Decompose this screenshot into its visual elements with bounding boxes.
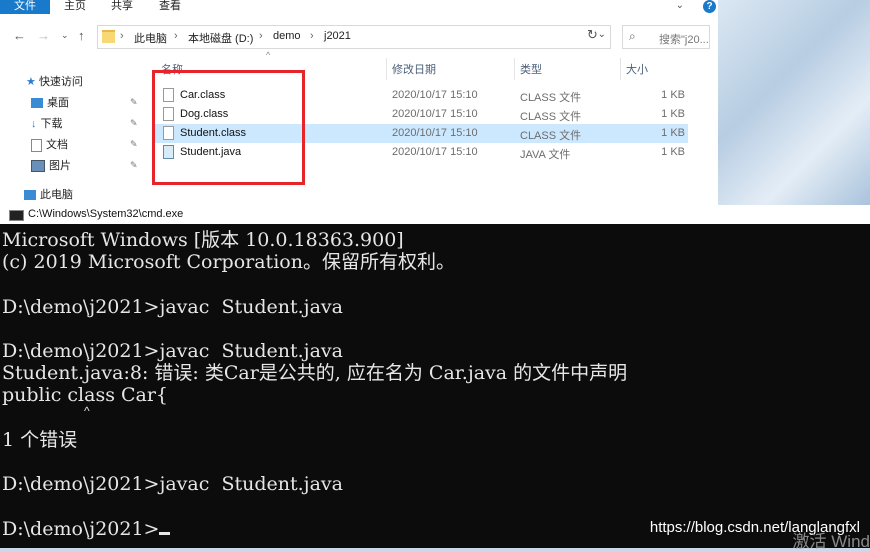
breadcrumb-drive[interactable]: 本地磁盘 (D:) bbox=[188, 30, 253, 46]
document-icon bbox=[31, 138, 42, 152]
breadcrumb-demo[interactable]: demo bbox=[273, 30, 301, 42]
breadcrumb-this-pc[interactable]: 此电脑 bbox=[134, 30, 167, 46]
red-highlight-box bbox=[152, 70, 305, 185]
column-header-date[interactable]: 修改日期 bbox=[392, 58, 436, 82]
download-icon: ↓ bbox=[31, 118, 37, 130]
back-icon[interactable]: ← bbox=[13, 28, 26, 43]
navigation-pane: ★ 快速访问 桌面 ✎ ↓ 下载 ✎ 文档 ✎ 图片 ✎ 此电脑 bbox=[0, 70, 150, 205]
column-header-size[interactable]: 大小 bbox=[626, 58, 648, 82]
text-cursor bbox=[159, 531, 171, 535]
tab-view[interactable]: 查看 bbox=[159, 0, 181, 13]
console-line: Student.java:8: 错误: 类Car是公共的, 应在名为 Car.j… bbox=[2, 362, 628, 385]
console-prompt: D:\demo\j2021> bbox=[2, 517, 160, 540]
nav-item-documents[interactable]: 文档 bbox=[31, 136, 68, 154]
pin-icon: ✎ bbox=[130, 160, 138, 170]
search-icon: ⌕ bbox=[629, 29, 636, 43]
address-row: ← → ⌄ ↑ › 此电脑 › 本地磁盘 (D:) › demo › j2021… bbox=[0, 24, 718, 50]
sort-ascending-icon: ^ bbox=[266, 50, 271, 60]
cmd-window[interactable]: C:\Windows\System32\cmd.exe Microsoft Wi… bbox=[0, 205, 870, 551]
console-line: public class Car{ bbox=[2, 384, 169, 407]
help-icon[interactable]: ? bbox=[703, 0, 716, 13]
console-prompt-line[interactable]: D:\demo\j2021> bbox=[2, 518, 627, 540]
cmd-title-bar[interactable]: C:\Windows\System32\cmd.exe bbox=[0, 205, 870, 224]
recent-dropdown-icon[interactable]: ⌄ bbox=[61, 30, 69, 41]
pin-icon: ✎ bbox=[130, 139, 138, 149]
console-line: Microsoft Windows [版本 10.0.18363.900] bbox=[2, 229, 404, 251]
star-icon: ★ bbox=[26, 76, 36, 88]
tab-share[interactable]: 共享 bbox=[111, 0, 133, 13]
console-line: D:\demo\j2021>javac Student.java bbox=[2, 473, 343, 496]
nav-item-pictures[interactable]: 图片 bbox=[31, 157, 71, 175]
forward-icon[interactable]: → bbox=[37, 28, 50, 43]
ribbon-tabs: 文件 主页 共享 查看 ⌄ ? bbox=[0, 0, 718, 14]
tab-file[interactable]: 文件 bbox=[0, 0, 50, 14]
column-header-type[interactable]: 类型 bbox=[520, 58, 542, 82]
nav-item-this-pc[interactable]: 此电脑 bbox=[24, 186, 73, 204]
address-bar[interactable]: › 此电脑 › 本地磁盘 (D:) › demo › j2021 ⌄ bbox=[97, 25, 611, 49]
desktop-icon bbox=[31, 98, 43, 109]
nav-item-desktop[interactable]: 桌面 bbox=[31, 94, 69, 112]
cmd-title: C:\Windows\System32\cmd.exe bbox=[28, 208, 184, 220]
ribbon-expand-icon[interactable]: ⌄ bbox=[676, 0, 684, 11]
search-box[interactable]: ⌕ 搜索"j20... bbox=[622, 25, 710, 49]
picture-icon bbox=[31, 160, 45, 173]
tab-home[interactable]: 主页 bbox=[64, 0, 86, 13]
computer-icon bbox=[24, 190, 36, 201]
search-placeholder: 搜索"j20... bbox=[659, 34, 709, 46]
pin-icon: ✎ bbox=[130, 97, 138, 107]
nav-quick-access[interactable]: ★ 快速访问 bbox=[26, 73, 83, 91]
activate-windows-text: 激活 Wind bbox=[792, 532, 870, 551]
console-line: D:\demo\j2021>javac Student.java bbox=[2, 340, 343, 363]
console-line: 1 个错误 bbox=[2, 428, 78, 451]
breadcrumb-j2021[interactable]: j2021 bbox=[324, 30, 351, 42]
error-caret: ^ bbox=[84, 404, 90, 418]
desktop-background bbox=[718, 0, 870, 205]
refresh-icon[interactable]: ↻ bbox=[587, 27, 598, 43]
console-line: (c) 2019 Microsoft Corporation。保留所有权利。 bbox=[2, 251, 455, 274]
console-output: Microsoft Windows [版本 10.0.18363.900] (c)… bbox=[2, 229, 627, 540]
chevron-down-icon[interactable]: ⌄ bbox=[598, 29, 606, 40]
folder-icon bbox=[102, 30, 115, 43]
nav-item-downloads[interactable]: ↓ 下载 bbox=[31, 115, 63, 133]
file-explorer-window: 文件 主页 共享 查看 ⌄ ? ← → ⌄ ↑ › 此电脑 › 本地磁盘 (D:… bbox=[0, 0, 718, 205]
console-line: D:\demo\j2021>javac Student.java bbox=[2, 295, 343, 318]
up-icon[interactable]: ↑ bbox=[78, 28, 85, 43]
terminal-icon bbox=[9, 210, 24, 221]
pin-icon: ✎ bbox=[130, 118, 138, 128]
